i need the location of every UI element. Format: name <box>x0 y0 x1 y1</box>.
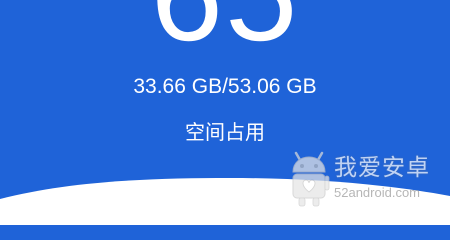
watermark-title: 我爱安卓 <box>334 155 430 181</box>
android-robot-icon <box>292 151 330 207</box>
watermark: 我爱安卓 52android.com <box>288 150 438 210</box>
storage-screen: 65 33.66 GB/53.06 GB 空间占用 我爱安卓 52android… <box>0 0 450 225</box>
watermark-url: 52android.com <box>334 185 420 200</box>
